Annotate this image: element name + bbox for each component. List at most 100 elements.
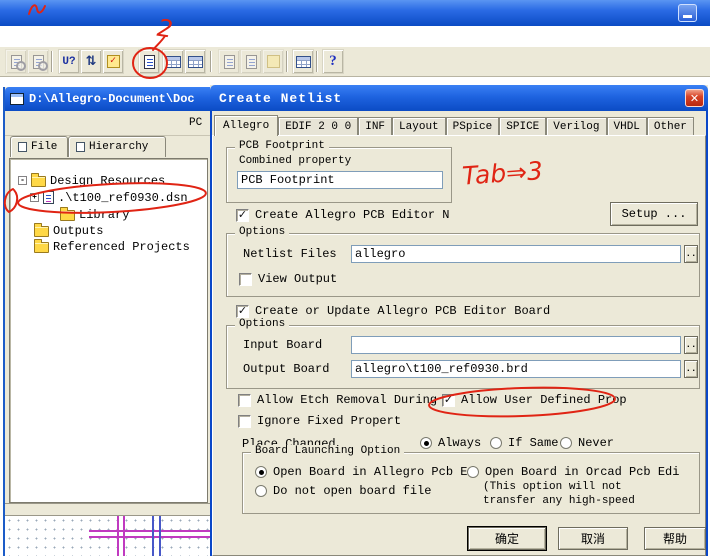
minimize-icon (683, 15, 692, 18)
help-button[interactable]: ? (322, 49, 344, 74)
cancel-button[interactable]: 取消 (558, 527, 628, 550)
snap-button[interactable] (218, 49, 240, 74)
dialog-titlebar[interactable]: Create Netlist (210, 85, 708, 111)
tab-inf[interactable]: INF (358, 117, 392, 136)
project-window-titlebar[interactable]: D:\Allegro-Document\Doc (5, 87, 210, 111)
tree-item-referenced-projects[interactable]: Referenced Projects (34, 239, 190, 254)
reorder-button[interactable]: ⇅ (80, 49, 102, 74)
collapse-icon[interactable]: - (18, 176, 27, 185)
checkbox-unchecked-icon (238, 415, 251, 428)
pcb-footprint-group: PCB Footprint Combined property (226, 147, 452, 203)
magnifier-icon (33, 55, 44, 69)
file-tab-icon (18, 142, 27, 152)
table-grid-icon (296, 56, 311, 68)
toolbar-separator (316, 51, 318, 72)
drc-check-icon: ✓ (107, 55, 120, 68)
checkbox-checked-icon: ✓ (442, 394, 455, 407)
cross-reference-button[interactable] (162, 49, 184, 74)
expand-icon[interactable]: + (30, 193, 39, 202)
tab-file[interactable]: File (10, 136, 68, 157)
input-board-input[interactable] (351, 336, 681, 354)
drc-button[interactable]: ✓ (102, 49, 124, 74)
checkbox-unchecked-icon (239, 273, 252, 286)
print-preview-button[interactable] (5, 49, 27, 74)
close-icon: ✕ (690, 92, 699, 105)
netlist-files-input[interactable] (351, 245, 681, 263)
dialog-title: Create Netlist (219, 91, 342, 106)
radio-if-same[interactable]: If Same (490, 436, 558, 450)
screen: U? ⇅ ✓ ? D:\Allegro-Document\Doc PC File… (0, 0, 710, 556)
create-update-board-checkbox[interactable]: ✓ Create or Update Allegro PCB Editor Bo… (236, 304, 550, 318)
radio-always[interactable]: Always (420, 436, 481, 450)
tab-layout[interactable]: Layout (392, 117, 446, 136)
allow-etch-removal-checkbox[interactable]: Allow Etch Removal During E (238, 393, 451, 407)
close-button[interactable]: ✕ (685, 89, 704, 107)
folder-icon (60, 210, 75, 221)
radio-unselected-icon (560, 437, 572, 449)
radio-unselected-icon (255, 485, 267, 497)
hierarchy-tab-icon (76, 142, 85, 152)
hierarchy-tab-label: Hierarchy (89, 141, 148, 153)
main-toolbar: U? ⇅ ✓ ? (0, 46, 710, 77)
project-window-icon (10, 93, 24, 105)
checkbox-checked-icon: ✓ (236, 209, 249, 222)
tree-item-design-resources[interactable]: - Design Resources (18, 173, 165, 188)
tree-item-outputs[interactable]: Outputs (34, 223, 103, 238)
netlist-files-browse-button[interactable]: .. (684, 245, 698, 263)
up-down-arrows-icon: ⇅ (86, 54, 97, 69)
color-button[interactable] (262, 49, 284, 74)
bom-button[interactable] (184, 49, 206, 74)
help-button[interactable]: 帮助 (644, 527, 706, 550)
radio-open-allegro[interactable]: Open Board in Allegro Pcb Ed (255, 465, 475, 479)
tab-vhdl[interactable]: VHDL (607, 117, 647, 136)
zoom-button[interactable] (27, 49, 49, 74)
app-titlebar (0, 0, 710, 26)
combined-property-input[interactable] (237, 171, 443, 189)
allow-user-defined-checkbox[interactable]: ✓ Allow User Defined Prop (442, 393, 627, 407)
radio-never[interactable]: Never (560, 436, 614, 450)
checkbox-unchecked-icon (238, 394, 251, 407)
tab-other[interactable]: Other (647, 117, 694, 136)
tab-verilog[interactable]: Verilog (546, 117, 606, 136)
board-launching-group: Board Launching Option Open Board in All… (242, 452, 700, 514)
properties-button[interactable] (292, 49, 314, 74)
radio-do-not-open[interactable]: Do not open board file (255, 484, 431, 498)
tab-spice[interactable]: SPICE (499, 117, 546, 136)
tab-pspice[interactable]: PSpice (446, 117, 500, 136)
create-editor-netlist-checkbox[interactable]: ✓ Create Allegro PCB Editor N (236, 208, 449, 222)
minimize-button[interactable] (678, 4, 697, 22)
orcad-note-line2: transfer any high-speed (483, 495, 635, 507)
output-board-input[interactable] (351, 360, 681, 378)
radio-selected-icon (255, 466, 267, 478)
setup-button[interactable]: Setup ... (610, 202, 698, 226)
schematic-wire (152, 516, 154, 556)
folder-icon (34, 226, 49, 237)
area-button[interactable] (240, 49, 262, 74)
view-output-checkbox[interactable]: View Output (239, 272, 337, 286)
output-board-browse-button[interactable]: .. (684, 360, 698, 378)
folder-icon (34, 242, 49, 253)
combined-property-label: Combined property (239, 155, 351, 167)
radio-open-orcad[interactable]: Open Board in Orcad Pcb Edi (467, 465, 679, 479)
tab-hierarchy[interactable]: Hierarchy (68, 136, 166, 157)
ok-button[interactable]: 确定 (468, 527, 546, 550)
document-icon (246, 55, 257, 69)
input-board-browse-button[interactable]: .. (684, 336, 698, 354)
checkbox-checked-icon: ✓ (236, 305, 249, 318)
netlist-options-group: Options Netlist Files .. View Output (226, 233, 700, 297)
schematic-wire (159, 516, 161, 556)
page-magnifier-icon (11, 55, 22, 69)
options-group-label: Options (235, 318, 289, 330)
netlist-document-icon (144, 55, 155, 69)
tree-item-library[interactable]: Library (60, 207, 129, 222)
options-group-label: Options (235, 226, 289, 238)
annotate-button[interactable]: U? (58, 49, 80, 74)
toolbar-separator (286, 51, 288, 72)
create-netlist-button[interactable] (138, 49, 160, 74)
ignore-fixed-checkbox[interactable]: Ignore Fixed Propert (238, 414, 401, 428)
project-window-title: D:\Allegro-Document\Doc (29, 92, 195, 106)
tab-allegro[interactable]: Allegro (214, 115, 278, 136)
tree-item-dsn-file[interactable]: + .\t100_ref0930.dsn (30, 190, 188, 205)
output-board-label: Output Board (243, 362, 329, 376)
tab-edif[interactable]: EDIF 2 0 0 (278, 117, 358, 136)
